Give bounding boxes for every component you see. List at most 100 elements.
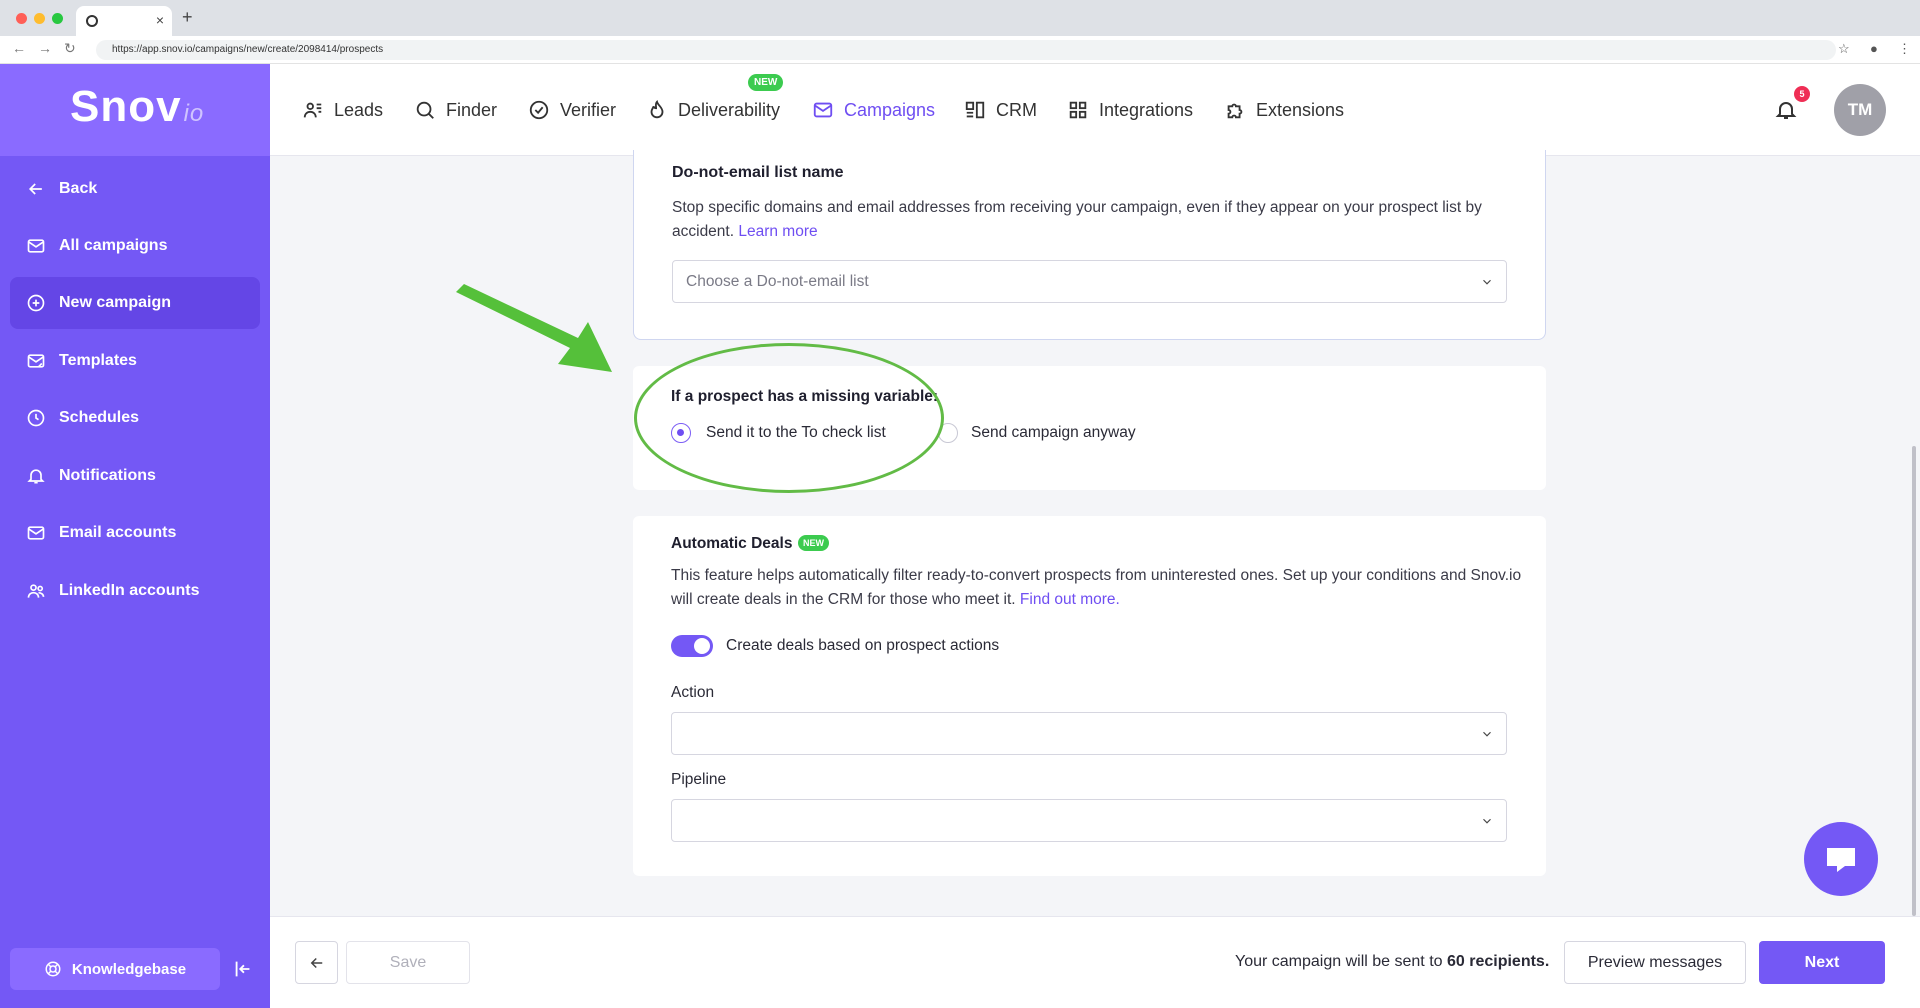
nav-label: CRM — [996, 99, 1037, 120]
browser-tab-strip: × + — [0, 0, 1920, 36]
automatic-deals-card: Automatic Deals NEW This feature helps a… — [633, 516, 1546, 876]
do-not-email-card: Do-not-email list name Stop specific dom… — [633, 150, 1546, 340]
sidebar-item-all-campaigns[interactable]: All campaigns — [10, 220, 260, 272]
preview-messages-button[interactable]: Preview messages — [1564, 941, 1746, 984]
sidebar-item-label: Notifications — [59, 467, 156, 484]
chevron-down-icon — [1480, 727, 1494, 741]
sidebar-item-linkedin-accounts[interactable]: LinkedIn accounts — [10, 565, 260, 617]
scrollbar-thumb[interactable] — [1912, 446, 1916, 916]
new-tab-button[interactable]: + — [182, 7, 193, 28]
recipients-prefix: Your campaign will be sent to — [1235, 953, 1443, 970]
sidebar-item-label: Back — [59, 180, 98, 197]
nav-label: Extensions — [1256, 99, 1345, 120]
sidebar-item-schedules[interactable]: Schedules — [10, 392, 260, 444]
maximize-window-button[interactable] — [52, 13, 63, 24]
reload-icon[interactable]: ↻ — [64, 40, 76, 57]
clock-icon — [25, 407, 47, 429]
mail-icon — [25, 235, 47, 257]
nav-extensions[interactable]: Extensions — [1224, 64, 1344, 156]
tab-close-icon[interactable]: × — [156, 12, 164, 28]
back-button[interactable] — [295, 941, 338, 984]
annotation-ellipse — [634, 343, 944, 493]
nav-leads[interactable]: Leads — [302, 64, 383, 156]
footer-bar: Save Your campaign will be sent to 60 re… — [270, 916, 1920, 1008]
nav-label: Deliverability — [678, 99, 781, 120]
browser-menu-icon[interactable]: ⋮ — [1898, 41, 1911, 57]
nav-verifier[interactable]: Verifier — [528, 64, 616, 156]
check-circle-icon — [529, 100, 549, 120]
notification-count-badge: 5 — [1794, 86, 1810, 102]
avatar[interactable]: TM — [1834, 84, 1886, 136]
minimize-window-button[interactable] — [34, 13, 45, 24]
do-not-email-title: Do-not-email list name — [672, 164, 844, 181]
sidebar-item-label: Schedules — [59, 409, 140, 426]
knowledgebase-label: Knowledgebase — [71, 960, 187, 978]
sidebar-item-templates[interactable]: Templates — [10, 335, 260, 387]
annotation-arrow-icon — [456, 284, 612, 372]
sidebar-item-notifications[interactable]: Notifications — [10, 450, 260, 502]
browser-forward-icon[interactable]: → — [38, 40, 52, 56]
select-placeholder: Choose a Do-not-email list — [686, 273, 869, 290]
knowledgebase-button[interactable]: Knowledgebase — [10, 948, 220, 990]
do-not-email-description: Stop specific domains and email addresse… — [672, 196, 1532, 244]
sidebar-item-new-campaign[interactable]: New campaign — [10, 277, 260, 329]
learn-more-link[interactable]: Learn more — [738, 223, 817, 240]
browser-tab[interactable]: × — [76, 6, 172, 36]
top-navigation: Leads Finder Verifier Deliverability NEW… — [270, 64, 1920, 156]
sidebar-item-label: All campaigns — [59, 237, 168, 254]
next-button[interactable]: Next — [1759, 941, 1885, 984]
chat-button[interactable] — [1804, 822, 1878, 896]
radio-send-anyway-label[interactable]: Send campaign anyway — [971, 424, 1136, 442]
mail-icon — [813, 102, 833, 118]
sidebar: Snovio Back All campaigns New campaign T… — [0, 64, 270, 1008]
crm-icon — [965, 101, 985, 119]
favicon-icon — [86, 15, 98, 27]
do-not-email-select[interactable]: Choose a Do-not-email list — [672, 260, 1507, 303]
sidebar-item-email-accounts[interactable]: Email accounts — [10, 507, 260, 559]
plus-circle-icon — [25, 292, 47, 314]
logo-suffix: io — [183, 100, 205, 127]
logo[interactable]: Snovio — [70, 82, 204, 132]
arrow-left-icon — [310, 957, 322, 968]
bookmark-star-icon[interactable]: ☆ — [1838, 41, 1850, 57]
automatic-deals-title: Automatic Deals — [671, 535, 793, 552]
chevron-down-icon — [1480, 275, 1494, 289]
users-icon — [303, 102, 322, 118]
chat-icon — [1827, 848, 1855, 872]
nav-label: Leads — [334, 99, 384, 120]
url-text: https://app.snov.io/campaigns/new/create… — [112, 44, 384, 55]
new-badge: NEW — [748, 74, 784, 91]
collapse-sidebar-icon[interactable] — [232, 958, 254, 980]
sidebar-item-back[interactable]: Back — [10, 163, 260, 215]
find-out-more-link[interactable]: Find out more. — [1020, 591, 1120, 608]
puzzle-icon — [1227, 103, 1243, 119]
lifebuoy-icon — [45, 961, 61, 977]
profile-icon[interactable]: ● — [1870, 41, 1878, 56]
recipients-summary: Your campaign will be sent to 60 recipie… — [1235, 953, 1549, 971]
automatic-deals-description: This feature helps automatically filter … — [671, 564, 1531, 612]
action-select[interactable] — [671, 712, 1507, 755]
nav-finder[interactable]: Finder — [414, 64, 497, 156]
bell-icon — [25, 465, 47, 487]
pipeline-select[interactable] — [671, 799, 1507, 842]
nav-integrations[interactable]: Integrations — [1067, 64, 1193, 156]
page-scrollbar[interactable] — [1910, 156, 1920, 916]
new-badge: NEW — [798, 535, 829, 551]
close-window-button[interactable] — [16, 13, 27, 24]
browser-back-icon[interactable]: ← — [12, 40, 26, 56]
nav-crm[interactable]: CRM — [964, 64, 1037, 156]
address-bar[interactable]: https://app.snov.io/campaigns/new/create… — [96, 40, 1836, 60]
sidebar-item-label: New campaign — [59, 294, 172, 311]
notifications-bell-icon[interactable] — [1774, 98, 1798, 122]
flame-icon — [650, 99, 664, 119]
pipeline-label: Pipeline — [671, 771, 727, 788]
nav-campaigns[interactable]: Campaigns — [812, 64, 935, 156]
users-icon — [25, 580, 47, 602]
save-button[interactable]: Save — [346, 941, 470, 984]
create-deals-toggle-label: Create deals based on prospect actions — [726, 637, 1000, 654]
grid-icon — [1069, 101, 1087, 119]
action-label: Action — [671, 684, 715, 701]
mail-template-icon — [25, 350, 47, 372]
nav-label: Finder — [446, 99, 498, 120]
create-deals-toggle[interactable] — [671, 635, 713, 657]
